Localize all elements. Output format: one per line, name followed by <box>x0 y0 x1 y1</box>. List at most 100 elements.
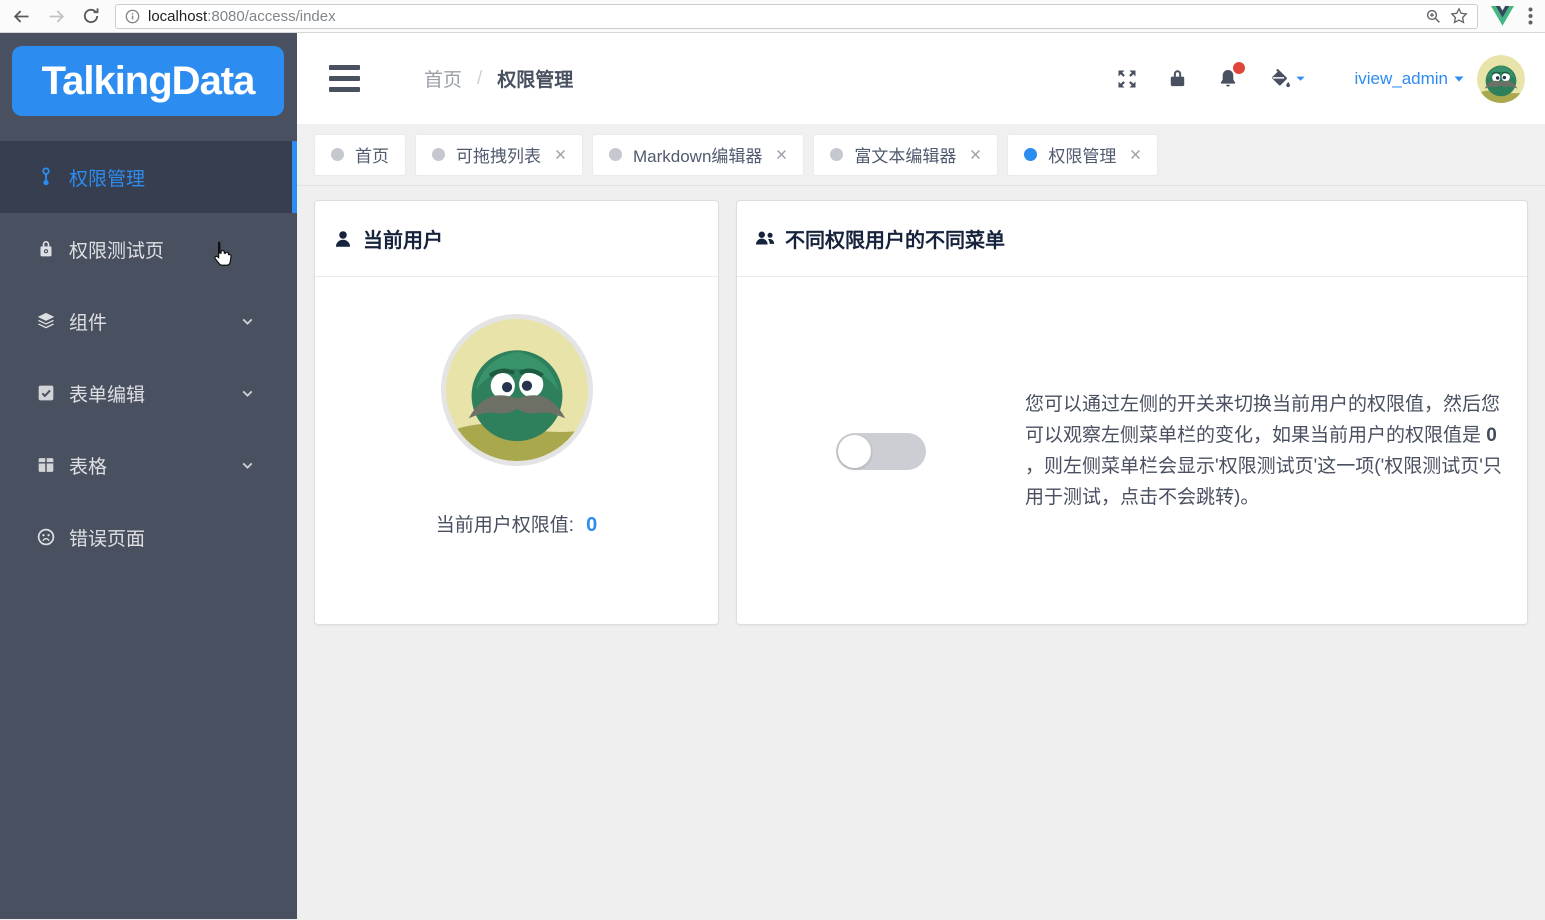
current-user-avatar <box>440 314 593 466</box>
permission-switch[interactable] <box>836 432 926 470</box>
permission-value: 0 <box>586 514 598 536</box>
tab-label: 首页 <box>355 147 389 166</box>
sidebar-item-components[interactable]: 组件 <box>0 285 297 357</box>
lock-screen-icon[interactable] <box>1166 67 1189 90</box>
username-text: iview_admin <box>1354 68 1448 88</box>
url-text: localhost:8080/access/index <box>148 8 336 25</box>
tab-dot-icon <box>609 148 622 161</box>
tab-label: 富文本编辑器 <box>854 147 957 166</box>
tab-draggable-list[interactable]: 可拖拽列表 <box>415 133 583 176</box>
browser-chrome: localhost:8080/access/index <box>0 0 1545 33</box>
sidebar-item-access-test[interactable]: 权限测试页 <box>0 213 297 285</box>
sidebar-item-label: 表单编辑 <box>69 384 146 406</box>
lock-icon <box>35 238 57 260</box>
browser-toolbar-right <box>1491 6 1533 26</box>
sidebar-item-label: 错误页面 <box>69 528 146 550</box>
chevron-down-icon <box>240 386 255 401</box>
sidebar-item-label: 组件 <box>69 312 108 334</box>
switch-column <box>737 432 1025 470</box>
menu-permission-card: 不同权限用户的不同菜单 您可以通过左侧的开关来切换当前用户的权限值，然后您可以观… <box>736 200 1528 625</box>
tab-close-icon[interactable] <box>776 149 787 160</box>
notification-badge <box>1233 61 1246 74</box>
url-host: localhost <box>148 7 208 25</box>
layers-icon <box>35 310 57 332</box>
sidebar-item-tables[interactable]: 表格 <box>0 429 297 501</box>
breadcrumb-separator: / <box>477 67 483 89</box>
description-bold-value: 0 <box>1486 425 1497 446</box>
browser-menu-icon[interactable] <box>1528 7 1533 25</box>
sidebar-menu: 权限管理 权限测试页 组件 表单编辑 表格 错误页面 <box>0 141 297 573</box>
tab-label: 可拖拽列表 <box>456 147 541 166</box>
zoom-icon[interactable] <box>1425 8 1442 25</box>
main-content: 当前用户 当前用户权限值: 0 不同权限用户的不同菜单 您可以通过左侧的开关来切… <box>297 186 1545 919</box>
card-title: 不同权限用户的不同菜单 <box>785 230 1005 252</box>
sidebar-item-label: 表格 <box>69 456 108 478</box>
card-title: 当前用户 <box>363 230 443 252</box>
tab-label: 权限管理 <box>1048 147 1117 166</box>
tab-dot-icon <box>432 148 445 161</box>
tab-dot-icon <box>331 148 344 161</box>
fullscreen-icon[interactable] <box>1115 67 1139 91</box>
tab-label: Markdown编辑器 <box>633 147 763 166</box>
breadcrumb-home[interactable]: 首页 <box>424 65 462 92</box>
people-icon <box>754 228 776 250</box>
bookmark-star-icon[interactable] <box>1450 7 1468 25</box>
tab-richtext-editor[interactable]: 富文本编辑器 <box>813 133 999 176</box>
app-shell: TalkingData 权限管理 权限测试页 组件 表单编辑 表格 错误页面 首… <box>0 33 1545 919</box>
vue-devtools-icon[interactable] <box>1491 6 1514 26</box>
breadcrumb: 首页 / 权限管理 <box>424 65 573 92</box>
tab-access-admin[interactable]: 权限管理 <box>1007 133 1159 176</box>
sidebar-item-error-pages[interactable]: 错误页面 <box>0 501 297 573</box>
current-user-card: 当前用户 当前用户权限值: 0 <box>314 200 719 625</box>
sad-face-icon <box>35 526 57 548</box>
chevron-down-icon <box>240 458 255 473</box>
sidebar-item-label: 权限管理 <box>69 168 146 190</box>
logo-text: TalkingData <box>41 58 256 103</box>
tab-close-icon[interactable] <box>555 149 566 160</box>
chevron-down-icon <box>240 314 255 329</box>
address-bar[interactable]: localhost:8080/access/index <box>115 3 1478 29</box>
menu-toggle-button[interactable] <box>329 65 360 92</box>
content-column: 首页 / 权限管理 iview_admin 首页 可拖拽列表 Markdown编… <box>297 33 1545 919</box>
browser-back-icon[interactable] <box>10 5 32 27</box>
page-tags-bar: 首页 可拖拽列表 Markdown编辑器 富文本编辑器 权限管理 <box>297 124 1545 186</box>
key-icon <box>35 166 57 188</box>
permission-description: 您可以通过左侧的开关来切换当前用户的权限值，然后您可以观察左侧菜单栏的变化，如果… <box>1025 389 1527 513</box>
sidebar-item-access-admin[interactable]: 权限管理 <box>0 141 297 213</box>
tab-home[interactable]: 首页 <box>314 133 406 176</box>
screen: localhost:8080/access/index TalkingData … <box>0 0 1545 920</box>
tab-dot-icon <box>830 148 844 161</box>
breadcrumb-current: 权限管理 <box>497 70 574 91</box>
current-user-card-header: 当前用户 <box>315 201 718 277</box>
top-header: 首页 / 权限管理 iview_admin <box>297 33 1545 124</box>
tab-markdown-editor[interactable]: Markdown编辑器 <box>592 133 805 176</box>
header-actions: iview_admin <box>1088 54 1525 103</box>
logo-container: TalkingData <box>0 33 297 125</box>
caret-down-icon <box>1295 73 1306 84</box>
menu-permission-card-body: 您可以通过左侧的开关来切换当前用户的权限值，然后您可以观察左侧菜单栏的变化，如果… <box>737 277 1527 625</box>
site-info-icon[interactable] <box>125 9 140 24</box>
url-path: :8080/access/index <box>207 7 336 25</box>
permission-label: 当前用户权限值: <box>435 515 575 536</box>
theme-icon[interactable] <box>1267 66 1306 91</box>
sidebar-item-form-edit[interactable]: 表单编辑 <box>0 357 297 429</box>
tab-close-icon[interactable] <box>1130 149 1141 160</box>
current-user-card-body: 当前用户权限值: 0 <box>315 277 718 537</box>
switch-knob <box>838 434 871 468</box>
person-icon <box>332 228 354 250</box>
browser-forward-icon[interactable] <box>45 5 67 27</box>
user-avatar[interactable] <box>1477 54 1525 103</box>
checkbox-icon <box>35 382 57 404</box>
browser-refresh-icon[interactable] <box>80 5 102 27</box>
sidebar-item-label: 权限测试页 <box>69 240 165 262</box>
menu-permission-card-header: 不同权限用户的不同菜单 <box>737 201 1527 277</box>
talkingdata-logo: TalkingData <box>12 46 284 116</box>
description-text: ，则左侧菜单栏会显示'权限测试页'这一项('权限测试页'只用于测试，点击不会跳转… <box>1025 456 1502 508</box>
tab-close-icon[interactable] <box>970 149 981 160</box>
permission-value-row: 当前用户权限值: 0 <box>436 510 597 537</box>
table-icon <box>35 454 57 476</box>
description-text: 您可以通过左侧的开关来切换当前用户的权限值，然后您可以观察左侧菜单栏的变化，如果… <box>1025 394 1501 446</box>
user-dropdown[interactable]: iview_admin <box>1354 69 1465 89</box>
bell-icon[interactable] <box>1216 61 1246 91</box>
sidebar: TalkingData 权限管理 权限测试页 组件 表单编辑 表格 错误页面 <box>0 33 297 919</box>
